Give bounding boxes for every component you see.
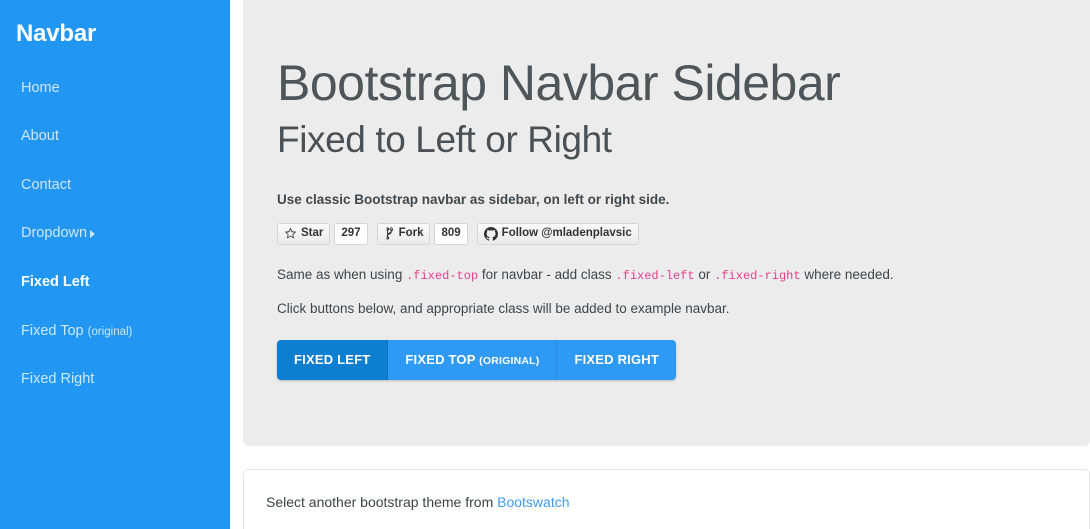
code-fixed-left: .fixed-left bbox=[615, 268, 695, 283]
fixed-right-button-label: FIXED RIGHT bbox=[574, 352, 660, 368]
fixed-top-button-label: FIXED TOP bbox=[405, 352, 476, 368]
description-line-1: Same as when using .fixed-top for navbar… bbox=[277, 265, 1056, 285]
github-follow-widget: Follow @mladenplavsic bbox=[476, 222, 639, 245]
fixed-top-button-sublabel: (ORIGINAL) bbox=[479, 355, 540, 368]
sidebar-item-label: About bbox=[21, 128, 59, 145]
hero-jumbotron: Bootstrap Navbar Sidebar Fixed to Left o… bbox=[243, 0, 1090, 446]
sidebar-item-contact[interactable]: Contact bbox=[0, 166, 230, 206]
github-follow-button[interactable]: Follow @mladenplavsic bbox=[476, 222, 639, 245]
github-star-widget: Star 297 bbox=[277, 222, 368, 245]
sidebar-item-sublabel: (original) bbox=[87, 325, 133, 338]
sidebar-item-label: Contact bbox=[21, 176, 71, 193]
copy-text: where needed. bbox=[800, 266, 894, 282]
fixed-top-button[interactable]: FIXED TOP (ORIGINAL) bbox=[388, 340, 558, 380]
sidebar-item-label: Fixed Top bbox=[21, 322, 84, 339]
sidebar-item-label: Fixed Left bbox=[21, 274, 90, 291]
page-root: Navbar Home About Contact Dropdown Fixed… bbox=[0, 0, 1090, 529]
page-title: Bootstrap Navbar Sidebar bbox=[277, 55, 841, 111]
copy-text: Same as when using bbox=[277, 266, 407, 282]
sidebar-item-fixed-right[interactable]: Fixed Right bbox=[0, 360, 230, 400]
github-fork-widget: Fork 809 bbox=[376, 222, 468, 245]
sidebar-item-dropdown[interactable]: Dropdown bbox=[0, 214, 230, 254]
sidebar-item-home[interactable]: Home bbox=[0, 69, 230, 109]
sidebar-item-label: Fixed Right bbox=[21, 371, 95, 388]
caret-right-icon bbox=[90, 229, 96, 238]
github-fork-count[interactable]: 809 bbox=[434, 222, 468, 245]
github-mark-icon bbox=[483, 226, 498, 241]
theme-label: Select another bootstrap theme from bbox=[266, 494, 498, 510]
fork-icon bbox=[384, 227, 395, 240]
code-fixed-right: .fixed-right bbox=[714, 268, 801, 283]
github-follow-label: Follow @mladenplavsic bbox=[501, 226, 632, 239]
sidebar-item-label: Dropdown bbox=[21, 225, 88, 242]
theme-selector-text: Select another bootstrap theme from Boot… bbox=[266, 492, 1067, 513]
sidebar-item-fixed-top[interactable]: Fixed Top (original) bbox=[0, 312, 230, 352]
position-button-group: FIXED LEFT FIXED TOP (ORIGINAL) FIXED RI… bbox=[277, 340, 677, 380]
github-fork-label: Fork bbox=[398, 226, 424, 239]
copy-text: for navbar - add class bbox=[478, 266, 616, 282]
code-fixed-top: .fixed-top bbox=[406, 268, 479, 283]
fixed-left-button-label: FIXED LEFT bbox=[294, 352, 371, 368]
sidebar-navbar: Navbar Home About Contact Dropdown Fixed… bbox=[0, 0, 230, 529]
github-star-button[interactable]: Star bbox=[277, 222, 331, 245]
star-icon bbox=[284, 227, 297, 240]
theme-selector-card: Select another bootstrap theme from Boot… bbox=[243, 469, 1090, 529]
sidebar-item-about[interactable]: About bbox=[0, 117, 230, 157]
navbar-brand[interactable]: Navbar bbox=[0, 14, 230, 55]
fixed-right-button[interactable]: FIXED RIGHT bbox=[557, 340, 677, 380]
sidebar-item-label: Home bbox=[21, 79, 60, 96]
main-content: Bootstrap Navbar Sidebar Fixed to Left o… bbox=[243, 0, 1090, 529]
github-star-count[interactable]: 297 bbox=[334, 222, 368, 245]
bootswatch-link[interactable]: Bootswatch bbox=[497, 494, 569, 510]
fixed-left-button[interactable]: FIXED LEFT bbox=[277, 340, 389, 380]
page-subtitle: Fixed to Left or Right bbox=[277, 119, 612, 160]
github-buttons-row: Star 297 Fork 809 Follow @mladenplavsic bbox=[277, 222, 1056, 245]
lead-paragraph: Use classic Bootstrap navbar as sidebar,… bbox=[277, 191, 670, 207]
github-fork-button[interactable]: Fork bbox=[376, 222, 431, 245]
copy-text: or bbox=[694, 266, 715, 282]
github-star-label: Star bbox=[301, 226, 324, 239]
description-line-2: Click buttons below, and appropriate cla… bbox=[277, 300, 730, 316]
sidebar-item-fixed-left[interactable]: Fixed Left bbox=[0, 263, 230, 303]
